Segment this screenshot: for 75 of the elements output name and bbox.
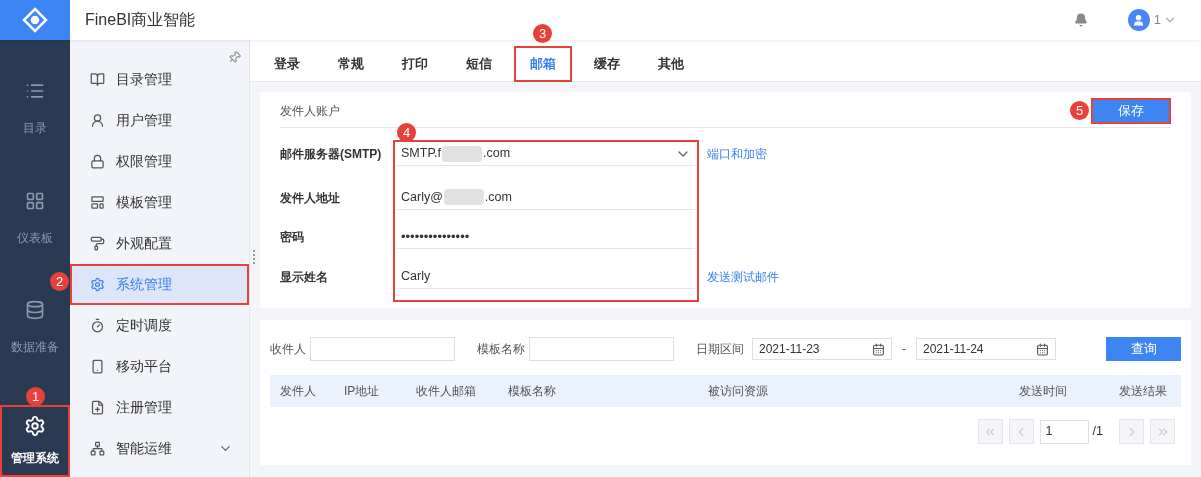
database-icon [25,299,45,320]
filter-label: 模板名称 [477,341,525,358]
input-field[interactable] [529,337,674,361]
select-field[interactable]: SMTP.f .com [397,142,695,166]
sidebar-item[interactable]: 外观配置 [70,223,249,264]
sidebar-item[interactable]: 目录管理 [70,59,249,100]
catalog-icon [90,72,105,87]
drag-handle-icon[interactable] [253,250,256,264]
tab[interactable]: 常规 [322,45,380,82]
filter-label: 收件人 [270,341,306,358]
sidebar-item[interactable]: 定时调度 [70,305,249,346]
sidebar-item[interactable]: 注册管理 [70,387,249,428]
calendar-icon[interactable] [872,342,885,356]
input-field[interactable] [310,337,455,361]
rail-item[interactable]: 数据准备 [0,292,70,363]
column-header: 发送时间 [1019,383,1067,400]
tab[interactable]: 短信 [450,45,508,82]
app-title: FineBI商业智能 [85,10,196,30]
sidebar-item[interactable]: 权限管理 [70,141,249,182]
query-button[interactable]: 查询 [1106,337,1181,361]
field-label: 密码 [280,229,305,246]
field-label: 邮件服务器(SMTP) [280,146,383,163]
sidebar-item[interactable]: 移动平台 [70,346,249,387]
filter-label: 日期区间 [696,341,744,358]
last-page-button[interactable] [1150,419,1175,444]
input-field[interactable]: Carly [397,264,695,289]
date-field[interactable]: 2021-11-24 [916,338,1056,360]
layout-icon [90,195,105,210]
paint-roller-icon [90,236,105,251]
link[interactable]: 发送测试邮件 [707,267,779,286]
timer-icon [90,318,105,333]
rail-item[interactable]: 管理系统 [0,405,70,477]
tab[interactable]: 登录 [258,45,316,82]
date-separator: - [902,341,906,358]
column-header: 发件人 [280,383,317,400]
page-total: /1 [1092,423,1103,441]
blurred-text [443,189,484,205]
input-field[interactable]: ••••••••••••••• [397,225,695,249]
gear-icon [24,415,46,437]
rail-item[interactable]: 仪表板 [0,183,70,254]
user-avatar[interactable] [1127,9,1150,31]
column-header: 被访问资源 [708,383,769,400]
rail-item[interactable]: 目录 [0,74,70,145]
link[interactable]: 端口和加密 [707,145,767,163]
page-field[interactable]: 1 [1039,419,1089,444]
lock-icon [90,154,105,169]
column-header: 发送结果 [1119,383,1167,400]
sidebar-item[interactable]: 模板管理 [70,182,249,223]
tab[interactable]: 缓存 [578,45,636,82]
sidebar-item[interactable]: 用户管理 [70,100,249,141]
section-heading: 发件人账户 [280,102,340,120]
save-button[interactable]: 保存 [1091,97,1171,124]
network-icon [90,441,105,456]
tab[interactable]: 邮箱 [514,45,572,82]
sidebar-item[interactable]: 智能运维 [70,428,249,469]
user-name[interactable]: 1 [1153,10,1161,30]
column-header: IP地址 [344,383,381,400]
user-icon [90,113,105,128]
column-header: 收件人邮箱 [416,383,477,400]
column-header: 模板名称 [508,383,557,400]
field-label: 显示姓名 [280,268,329,286]
grid-icon [25,190,45,211]
tab[interactable]: 打印 [386,45,444,82]
first-page-button[interactable] [977,419,1003,444]
bell-icon[interactable] [1073,13,1088,27]
field-label: 发件人地址 [280,189,341,207]
calendar-icon[interactable] [1036,342,1049,356]
tab[interactable]: 其他 [642,45,700,82]
previous-page-button[interactable] [1008,419,1034,444]
blurred-text [442,145,483,162]
input-field[interactable]: Carly@ .com [397,185,695,210]
gear-icon [90,277,105,292]
file-plus-icon [90,400,105,415]
date-field[interactable]: 2021-11-23 [752,338,892,360]
phone-icon [90,359,105,374]
